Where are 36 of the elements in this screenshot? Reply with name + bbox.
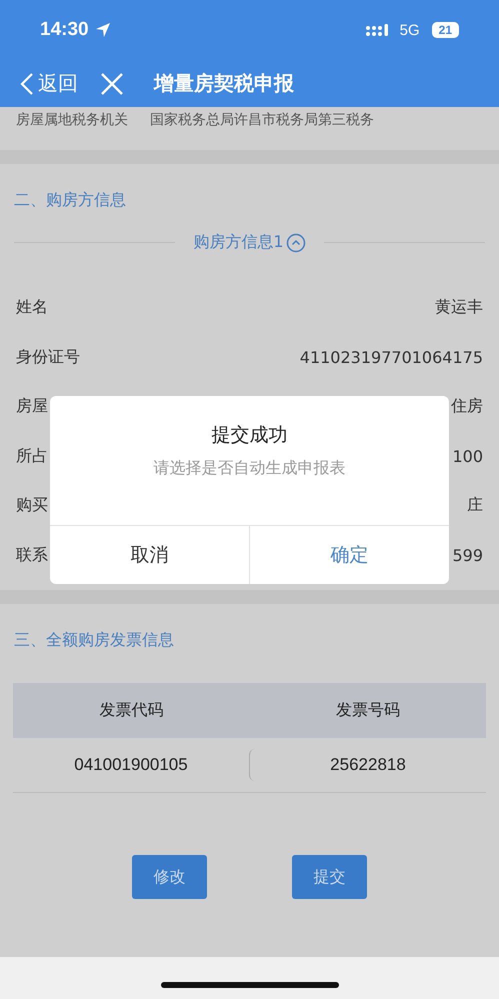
location-arrow-icon [94,22,111,38]
close-icon[interactable] [100,72,124,96]
field-value: 国家税务总局许昌市税务局第三税务 [150,111,374,130]
table-cell: 25622818 [249,749,486,781]
field-value: 599 [452,546,483,565]
dialog-message: 请选择是否自动生成申报表 [152,458,346,479]
field-label: 购买 [16,495,48,516]
field-label: 房屋属地税务机关 [16,111,128,130]
field-label: 联系 [16,544,48,566]
battery-level: 21 [432,22,459,38]
column-header: 发票号码 [334,700,401,721]
cancel-button[interactable]: 取消 [50,526,249,584]
field-value: 411023197701064175 [300,348,483,367]
signal-icon [366,24,390,36]
chevron-left-icon [20,72,34,96]
table-cell-text: 041001900105 [73,755,189,775]
field-value: 庄 [467,495,483,516]
column-header: 发票代码 [98,700,164,721]
status-time: 14:30 [40,19,89,41]
field-value: 黄运丰 [435,297,483,318]
back-button[interactable]: 返回 [20,70,78,97]
field-label: 姓名 [16,297,48,318]
confirm-button[interactable]: 确定 [249,526,449,584]
field-value: 100 [452,446,483,466]
field-value: 住房 [451,396,483,418]
field-label: 身份证号 [16,346,80,368]
page-title: 增量房契税申报 [154,70,294,97]
edit-button[interactable]: 修改 [132,855,207,899]
field-label: 房屋 [16,396,48,418]
group-toggle[interactable]: 购房方信息1 [175,232,324,253]
submit-button[interactable]: 提交 [292,855,367,899]
field-label: 所占 [16,446,48,467]
section-title: 二、购房方信息 [13,189,127,211]
section-title: 三、全额购房发票信息 [13,629,175,651]
network-type: 5G [400,22,420,38]
dialog-title: 提交成功 [210,423,288,448]
